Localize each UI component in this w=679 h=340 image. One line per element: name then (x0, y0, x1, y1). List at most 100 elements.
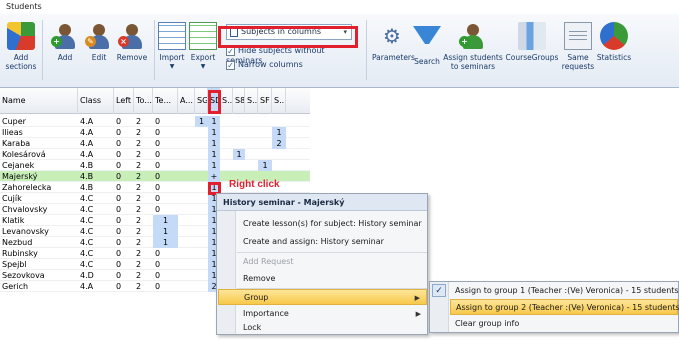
subject-cell[interactable] (153, 270, 178, 281)
subject-cell[interactable] (272, 116, 286, 127)
subject-cell[interactable] (195, 237, 208, 248)
subject-cell[interactable] (233, 160, 245, 171)
table-row[interactable]: Karaba 4.A 0 2 0 1 2 (0, 138, 310, 149)
subject-cell[interactable] (178, 215, 195, 226)
table-row[interactable]: Cejanek 4.B 0 2 0 1 1 (0, 160, 310, 171)
subject-cell[interactable]: 1 (208, 116, 220, 127)
course-groups-button[interactable]: CourseGroups (504, 20, 560, 82)
subject-cell[interactable] (233, 138, 245, 149)
subject-cell[interactable] (233, 127, 245, 138)
table-row[interactable]: Cuper 4.A 0 2 0 1 1 (0, 116, 310, 127)
subject-cell[interactable] (195, 160, 208, 171)
subject-cell[interactable] (178, 248, 195, 259)
subject-cell[interactable] (220, 116, 233, 127)
subject-cell[interactable] (153, 281, 178, 292)
subject-cell[interactable] (195, 226, 208, 237)
subject-cell[interactable] (178, 127, 195, 138)
import-button[interactable]: Import ▼ (156, 20, 188, 82)
subject-cell[interactable] (153, 204, 178, 215)
subject-cell[interactable] (220, 160, 233, 171)
menu-item-add-request[interactable]: Add Request (237, 254, 427, 270)
table-row[interactable]: Ilieas 4.A 0 2 0 1 1 (0, 127, 310, 138)
add-sections-button[interactable]: Add sections (4, 20, 38, 82)
subject-cell[interactable]: 1 (195, 116, 208, 127)
subject-cell[interactable] (178, 149, 195, 160)
table-row[interactable]: Kolesárová 4.A 0 2 0 1 1 (0, 149, 310, 160)
subject-cell[interactable] (153, 259, 178, 270)
assign-students-button[interactable]: + Assign students to seminars (442, 20, 504, 82)
column-header[interactable]: To... (134, 88, 153, 114)
search-button[interactable]: Search (412, 20, 442, 82)
subject-cell[interactable]: + (208, 171, 220, 182)
column-header[interactable]: SF (258, 88, 272, 114)
column-header[interactable]: Class (78, 88, 114, 114)
menu-item-lock[interactable]: Lock (237, 320, 427, 336)
subject-cell[interactable]: 1 (153, 215, 178, 226)
subject-cell[interactable] (258, 149, 272, 160)
subject-cell[interactable] (178, 160, 195, 171)
subject-cell[interactable]: 1 (258, 160, 272, 171)
subject-cell[interactable] (220, 149, 233, 160)
column-header[interactable]: Te... (153, 88, 178, 114)
subject-cell[interactable] (178, 270, 195, 281)
subject-cell[interactable] (220, 127, 233, 138)
subject-cell[interactable]: 1 (208, 138, 220, 149)
subject-cell[interactable] (195, 281, 208, 292)
subject-cell[interactable] (258, 138, 272, 149)
subject-cell[interactable] (195, 182, 208, 193)
edit-button[interactable]: ✎ Edit (84, 20, 114, 82)
subject-cell[interactable] (153, 193, 178, 204)
subject-cell[interactable] (258, 116, 272, 127)
subject-cell[interactable]: 1 (272, 127, 286, 138)
subject-cell[interactable] (178, 182, 195, 193)
subject-cell[interactable] (195, 149, 208, 160)
column-header[interactable]: S... (272, 88, 286, 114)
column-header[interactable]: S8 (233, 88, 245, 114)
subject-cell[interactable] (220, 138, 233, 149)
subject-cell[interactable] (153, 248, 178, 259)
subject-cell[interactable]: 1 (208, 127, 220, 138)
submenu-item-group-2[interactable]: Assign to group 2 (Teacher :(Ve) Veronic… (450, 299, 679, 315)
column-header[interactable]: A... (178, 88, 195, 114)
subject-cell[interactable] (153, 138, 178, 149)
subject-cell[interactable] (178, 171, 195, 182)
subject-cell[interactable]: 1 (153, 237, 178, 248)
subject-cell[interactable] (195, 215, 208, 226)
subject-cell[interactable] (178, 259, 195, 270)
narrow-columns-checkbox[interactable]: ✓ Narrow columns (226, 60, 303, 70)
submenu-item-clear-group[interactable]: Clear group info (450, 316, 678, 332)
same-requests-button[interactable]: Same requests (560, 20, 596, 82)
subject-cell[interactable] (272, 149, 286, 160)
subject-cell[interactable] (245, 149, 258, 160)
subject-cell[interactable] (153, 182, 178, 193)
subject-cell[interactable] (233, 116, 245, 127)
menu-item-group[interactable]: Group ▶ (218, 289, 427, 305)
subject-cell[interactable] (178, 116, 195, 127)
subject-cell[interactable] (245, 127, 258, 138)
column-header[interactable]: Left (114, 88, 134, 114)
subject-cell[interactable] (272, 160, 286, 171)
column-header[interactable]: S... (245, 88, 258, 114)
subject-cell[interactable] (178, 226, 195, 237)
subject-cell[interactable]: 1 (208, 160, 220, 171)
subject-cell[interactable]: 2 (272, 138, 286, 149)
subject-cell[interactable] (245, 116, 258, 127)
subject-cell[interactable] (195, 138, 208, 149)
subject-cell[interactable] (178, 237, 195, 248)
subject-cell[interactable] (153, 171, 178, 182)
column-header[interactable]: SG (195, 88, 208, 114)
subject-cell[interactable] (195, 270, 208, 281)
menu-item-remove[interactable]: Remove (237, 271, 427, 287)
subject-cell[interactable] (258, 127, 272, 138)
subject-cell[interactable] (195, 259, 208, 270)
subject-cell[interactable] (153, 116, 178, 127)
subject-cell[interactable]: 1 (233, 149, 245, 160)
column-header[interactable]: S... (220, 88, 233, 114)
statistics-button[interactable]: Statistics (596, 20, 632, 82)
subject-cell[interactable] (195, 248, 208, 259)
export-button[interactable]: Export ▼ (188, 20, 218, 82)
column-header[interactable]: Name (0, 88, 78, 114)
subject-cell[interactable] (195, 171, 208, 182)
subject-cell[interactable] (195, 204, 208, 215)
subject-cell[interactable]: 1 (208, 149, 220, 160)
